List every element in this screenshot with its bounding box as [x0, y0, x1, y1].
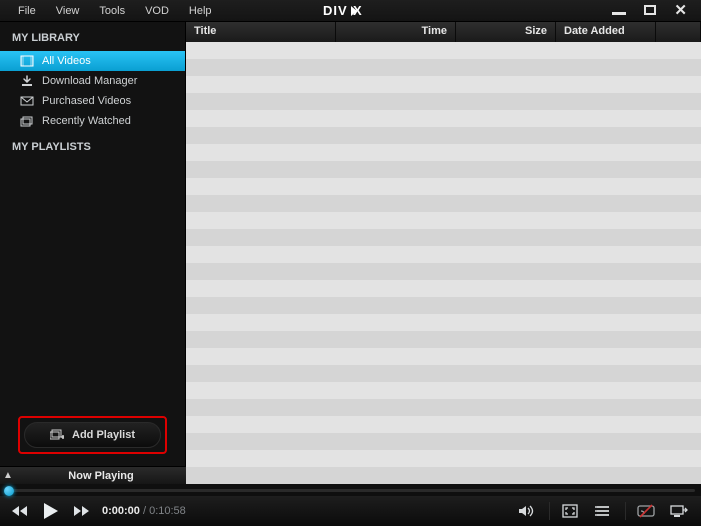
stack-icon: [20, 115, 34, 127]
main-content: Title Time Size Date Added: [186, 22, 701, 484]
table-row: [186, 263, 701, 280]
table-row: [186, 110, 701, 127]
body: MY LIBRARY All Videos Download Manager P…: [0, 22, 701, 484]
table-row: [186, 229, 701, 246]
add-playlist-wrap: Add Playlist: [0, 416, 185, 466]
table-row: [186, 331, 701, 348]
table-row: [186, 59, 701, 76]
table-row: [186, 382, 701, 399]
table-row: [186, 365, 701, 382]
volume-button[interactable]: [515, 502, 539, 520]
table-row: [186, 416, 701, 433]
col-header-date-added[interactable]: Date Added: [556, 22, 656, 42]
table-row: [186, 433, 701, 450]
svg-text:DIV: DIV: [323, 4, 348, 18]
sidebar-spacer: [0, 160, 185, 416]
table-row: [186, 280, 701, 297]
sidebar-item-label: Recently Watched: [42, 115, 131, 127]
table-row: [186, 93, 701, 110]
maximize-icon: [644, 5, 656, 15]
sidebar-item-recently-watched[interactable]: Recently Watched: [0, 111, 185, 131]
table-row: [186, 297, 701, 314]
col-header-size[interactable]: Size: [456, 22, 556, 42]
sidebar-item-purchased-videos[interactable]: Purchased Videos: [0, 91, 185, 111]
divx-player-window: File View Tools VOD Help DIV X ✕ MY LIBR…: [0, 0, 701, 526]
menu-help[interactable]: Help: [179, 2, 222, 20]
cast-disabled-button[interactable]: [625, 502, 657, 520]
table-row: [186, 212, 701, 229]
playlist-toggle-button[interactable]: [591, 502, 615, 520]
now-playing-label: Now Playing: [16, 470, 186, 482]
fast-forward-button[interactable]: [72, 504, 92, 518]
download-icon: [20, 75, 34, 87]
table-row: [186, 144, 701, 161]
table-row: [186, 246, 701, 263]
duration-time: 0:10:58: [149, 505, 186, 517]
player-controls: 0:00:00 / 0:10:58: [0, 496, 701, 526]
add-playlist-button[interactable]: Add Playlist: [24, 422, 161, 448]
add-playlist-icon: [50, 429, 64, 441]
table-row: [186, 178, 701, 195]
sidebar-item-label: All Videos: [42, 55, 91, 67]
menu-tools[interactable]: Tools: [89, 2, 135, 20]
table-row: [186, 161, 701, 178]
send-to-device-button[interactable]: [667, 502, 691, 520]
table-row: [186, 195, 701, 212]
table-row: [186, 399, 701, 416]
film-icon: [20, 55, 34, 67]
window-controls: ✕: [612, 2, 701, 20]
window-close-button[interactable]: ✕: [674, 6, 687, 16]
table-row: [186, 76, 701, 93]
divx-logo: DIV X: [323, 4, 379, 18]
sidebar-item-label: Purchased Videos: [42, 95, 131, 107]
seek-track: [6, 489, 695, 492]
table-row: [186, 42, 701, 59]
add-playlist-highlight: Add Playlist: [18, 416, 167, 454]
sidebar-item-label: Download Manager: [42, 75, 137, 87]
sidebar: MY LIBRARY All Videos Download Manager P…: [0, 22, 186, 484]
section-my-library: MY LIBRARY: [0, 22, 185, 51]
menu-file[interactable]: File: [8, 2, 46, 20]
sidebar-item-download-manager[interactable]: Download Manager: [0, 71, 185, 91]
window-maximize-button[interactable]: [644, 2, 656, 20]
table-row: [186, 450, 701, 467]
add-playlist-label: Add Playlist: [72, 429, 135, 441]
play-button[interactable]: [40, 501, 62, 521]
titlebar: File View Tools VOD Help DIV X ✕: [0, 0, 701, 22]
playback-time: 0:00:00 / 0:10:58: [102, 505, 186, 517]
table-row: [186, 467, 701, 484]
col-header-time[interactable]: Time: [336, 22, 456, 42]
section-my-playlists: MY PLAYLISTS: [0, 131, 185, 160]
table-rows: [186, 42, 701, 484]
table-row: [186, 127, 701, 144]
menu-vod[interactable]: VOD: [135, 2, 179, 20]
seek-thumb[interactable]: [4, 486, 14, 496]
columns-header: Title Time Size Date Added: [186, 22, 701, 42]
envelope-icon: [20, 95, 34, 107]
minimize-icon: [612, 12, 626, 15]
rewind-button[interactable]: [10, 504, 30, 518]
menubar: File View Tools VOD Help: [0, 2, 222, 20]
col-header-title[interactable]: Title: [186, 22, 336, 42]
sidebar-item-all-videos[interactable]: All Videos: [0, 51, 185, 71]
fullscreen-button[interactable]: [549, 502, 581, 520]
table-row: [186, 314, 701, 331]
current-time: 0:00:00: [102, 505, 140, 517]
col-header-rest: [656, 22, 701, 42]
menu-view[interactable]: View: [46, 2, 90, 20]
window-minimize-button[interactable]: [612, 2, 626, 20]
now-playing-bar[interactable]: ▲ Now Playing: [0, 466, 186, 484]
collapse-arrow-icon: ▲: [0, 470, 16, 481]
seek-bar[interactable]: [0, 484, 701, 496]
table-row: [186, 348, 701, 365]
